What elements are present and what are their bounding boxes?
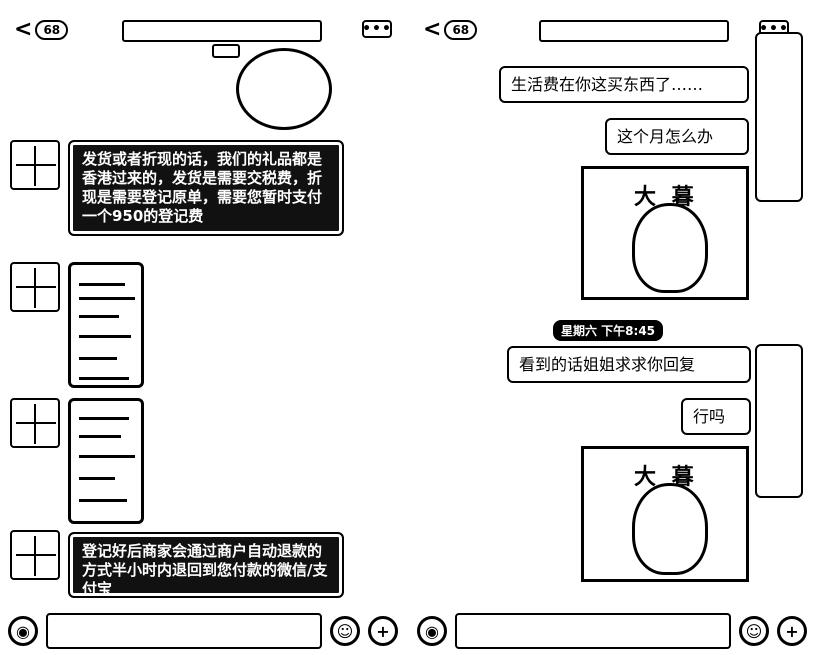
chat-subtitle: [212, 44, 240, 58]
avatar[interactable]: [755, 344, 803, 498]
avatar[interactable]: [10, 398, 60, 448]
photo-image[interactable]: 大 暮: [581, 166, 749, 300]
message-input[interactable]: [46, 613, 322, 649]
avatar[interactable]: [755, 32, 803, 202]
avatar[interactable]: [10, 140, 60, 190]
chevron-left-icon: <: [423, 17, 442, 42]
unread-count-badge: 68: [35, 20, 69, 40]
voice-icon[interactable]: ◉: [8, 616, 38, 646]
message-bubble[interactable]: 这个月怎么办: [605, 118, 749, 155]
back-button[interactable]: < 68: [423, 18, 483, 42]
screenshot-image[interactable]: [68, 262, 144, 388]
screenshot-image[interactable]: [68, 398, 144, 524]
more-button[interactable]: •••: [362, 20, 392, 38]
message-bubble[interactable]: 行吗: [681, 398, 751, 435]
plus-icon[interactable]: +: [368, 616, 398, 646]
emoji-icon[interactable]: ☺: [330, 616, 360, 646]
input-bar: ◉ ☺ +: [409, 607, 815, 655]
chat-screen-left: < 68 ••• 发货或者折现的话，我们的礼品都是香港过来的，发货是需要交税费，…: [0, 0, 406, 655]
photo-image[interactable]: 大 暮: [581, 446, 749, 582]
emoji-icon[interactable]: ☺: [739, 616, 769, 646]
message-bubble[interactable]: 看到的话姐姐求求你回复: [507, 346, 751, 383]
timestamp: 星期六 下午8:45: [553, 320, 664, 341]
unread-count-badge: 68: [444, 20, 478, 40]
voice-icon[interactable]: ◉: [417, 616, 447, 646]
plus-icon[interactable]: +: [777, 616, 807, 646]
chevron-left-icon: <: [14, 17, 33, 42]
chat-title: [122, 20, 322, 42]
chat-screen-right: < 68 ••• 生活费在你这买东西了…… 这个月怎么办 大 暮 星期六 下午8…: [409, 0, 815, 655]
avatar[interactable]: [10, 262, 60, 312]
message-bubble[interactable]: 发货或者折现的话，我们的礼品都是香港过来的，发货是需要交税费，折现是需要登记原单…: [68, 140, 344, 236]
message-bubble[interactable]: 登记好后商家会通过商户自动退款的方式半小时内退回到您付款的微信/支付宝: [68, 532, 344, 598]
input-bar: ◉ ☺ +: [0, 607, 406, 655]
message-input[interactable]: [455, 613, 731, 649]
message-bubble[interactable]: 生活费在你这买东西了……: [499, 66, 749, 103]
sticker-image[interactable]: [236, 48, 332, 130]
chat-title: [539, 20, 729, 42]
avatar[interactable]: [10, 530, 60, 580]
back-button[interactable]: < 68: [14, 18, 74, 42]
